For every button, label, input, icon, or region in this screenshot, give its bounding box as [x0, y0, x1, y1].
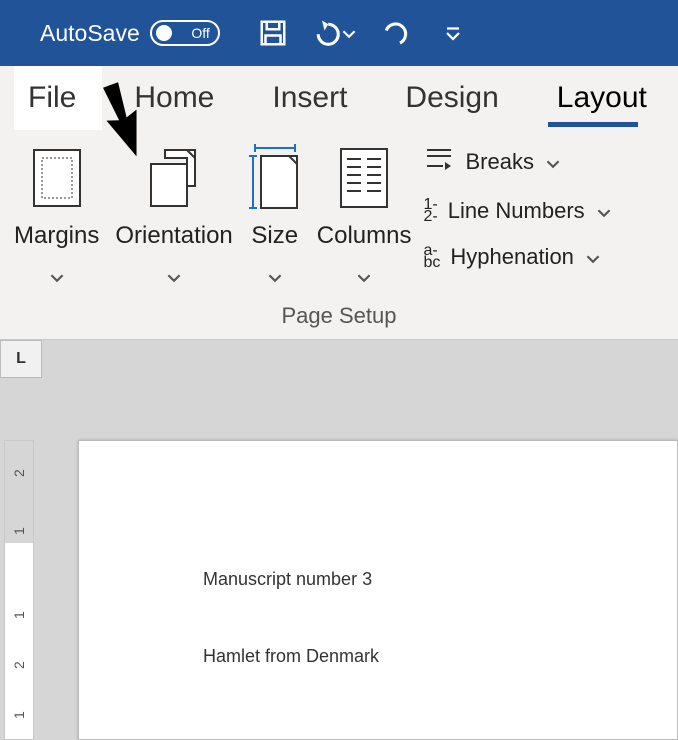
title-bar: AutoSave Off	[0, 0, 678, 66]
orientation-icon	[145, 142, 203, 214]
autosave-state: Off	[191, 25, 209, 41]
chevron-down-icon	[357, 262, 371, 290]
hyphenation-icon: a-bc	[423, 245, 440, 269]
breaks-button[interactable]: Breaks	[423, 146, 610, 178]
orientation-label: Orientation	[115, 222, 232, 250]
hyphenation-label: Hyphenation	[450, 244, 574, 270]
columns-icon	[339, 142, 389, 214]
chevron-down-icon	[586, 244, 600, 270]
chevron-down-icon	[268, 262, 282, 290]
redo-button[interactable]	[380, 18, 410, 48]
ribbon-tabs: File Home Insert Design Layout	[0, 66, 678, 130]
ruler-mark: 1	[11, 507, 27, 535]
columns-button[interactable]: Columns	[309, 138, 420, 294]
line-numbers-label: Line Numbers	[448, 198, 585, 224]
autosave-label: AutoSave	[40, 20, 140, 47]
tab-insert[interactable]: Insert	[270, 75, 349, 121]
breaks-label: Breaks	[465, 149, 533, 175]
size-icon	[249, 142, 301, 214]
size-label: Size	[251, 222, 298, 250]
ruler-mark: 1	[11, 691, 27, 719]
chevron-down-icon	[342, 20, 356, 47]
breaks-icon	[423, 146, 455, 178]
autosave-toggle-off[interactable]: Off	[150, 20, 220, 46]
ruler-corner-tab-selector[interactable]: L	[0, 340, 42, 378]
active-tab-underline	[548, 122, 638, 127]
tab-design[interactable]: Design	[403, 75, 500, 121]
chevron-down-icon	[597, 198, 611, 224]
vertical-ruler[interactable]: 2 1 1 2 1	[4, 440, 34, 740]
line-numbers-button[interactable]: 1-2- Line Numbers	[423, 198, 610, 224]
save-button[interactable]	[258, 18, 288, 48]
chevron-down-icon	[50, 262, 64, 290]
document-line: Hamlet from Denmark	[203, 646, 677, 667]
chevron-down-icon	[546, 149, 560, 175]
size-button[interactable]: Size	[241, 138, 309, 294]
ribbon-layout: Margins Orientation Size Columns Breaks	[0, 130, 678, 340]
page-setup-more: Breaks 1-2- Line Numbers a-bc Hyphenatio…	[419, 138, 610, 270]
tab-file[interactable]: File	[26, 75, 78, 121]
orientation-button[interactable]: Orientation	[107, 138, 240, 294]
customize-quick-access[interactable]	[444, 24, 462, 42]
margins-label: Margins	[14, 222, 99, 250]
document-page[interactable]: Manuscript number 3 Hamlet from Denmark	[78, 440, 678, 740]
tab-home[interactable]: Home	[132, 75, 216, 121]
ruler-mark: 1	[11, 591, 27, 619]
chevron-down-icon	[167, 262, 181, 290]
quick-access-toolbar	[258, 18, 462, 48]
hyphenation-button[interactable]: a-bc Hyphenation	[423, 244, 610, 270]
autosave-control[interactable]: AutoSave Off	[40, 20, 220, 47]
tab-layout[interactable]: Layout	[555, 75, 649, 121]
ruler-mark: 2	[11, 641, 27, 669]
margins-icon	[30, 142, 84, 214]
ruler-mark: 2	[11, 449, 27, 477]
margins-button[interactable]: Margins	[6, 138, 107, 294]
undo-button[interactable]	[312, 18, 356, 48]
line-numbers-icon: 1-2-	[423, 199, 437, 223]
ribbon-group-label: Page Setup	[0, 303, 678, 329]
document-line: Manuscript number 3	[203, 569, 677, 590]
columns-label: Columns	[317, 222, 412, 250]
